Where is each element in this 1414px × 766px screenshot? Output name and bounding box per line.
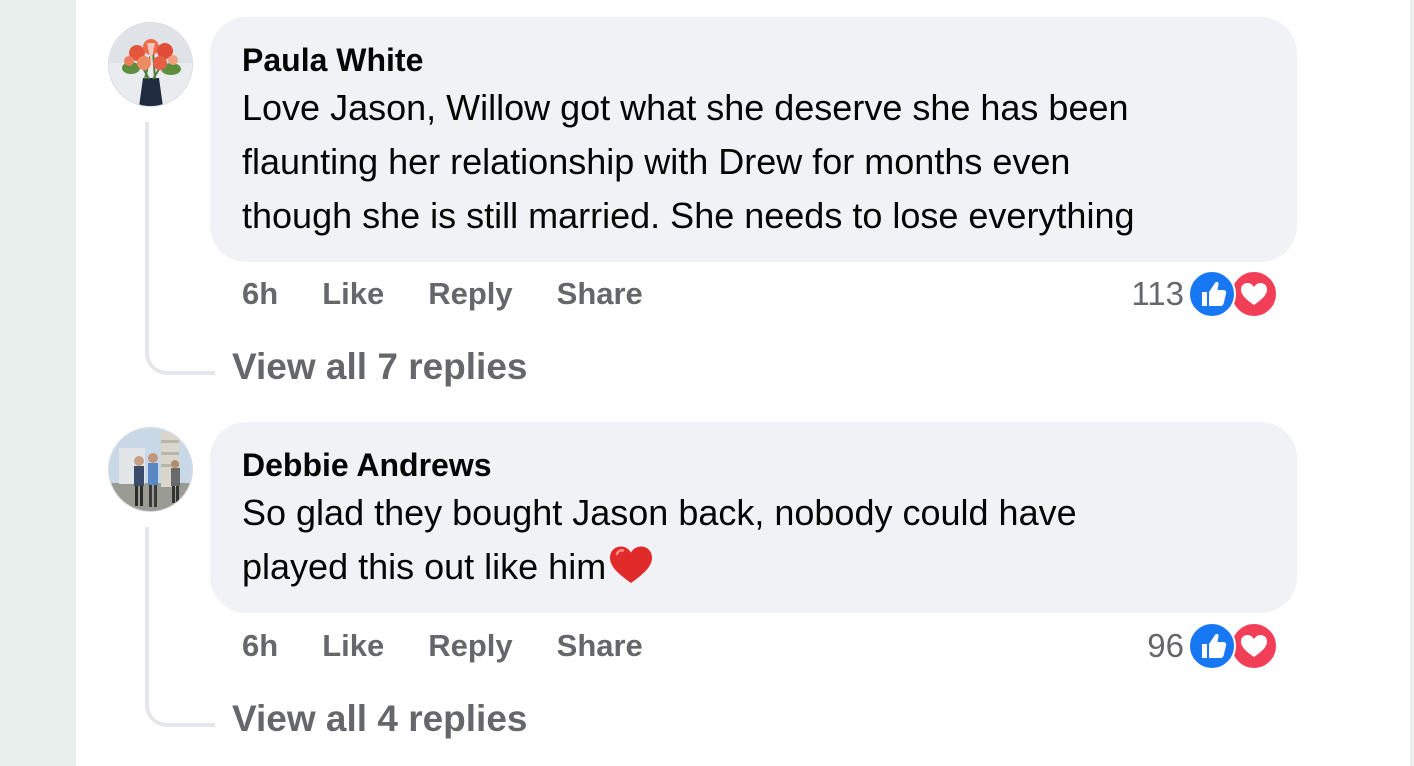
comment-text: Love Jason, Willow got what she deserve … (242, 81, 1265, 243)
comment-text-line: So glad they bought Jason back, nobody c… (242, 492, 1077, 533)
comment-text-line: Love Jason, Willow got what she deserve … (242, 87, 1129, 128)
comment-bubble: Paula White Love Jason, Willow got what … (210, 17, 1297, 262)
comment-actions: 6h Like Reply Share (242, 628, 687, 664)
comment-text-line: flaunting her relationship with Drew for… (242, 141, 1071, 182)
like-button[interactable]: Like (322, 276, 384, 312)
comment-text-line: though she is still married. She needs t… (242, 195, 1135, 236)
flowers-avatar-image (109, 23, 192, 106)
panel-edge (1410, 0, 1414, 766)
comment-author[interactable]: Paula White (242, 41, 1265, 79)
reaction-count: 113 (1131, 275, 1184, 312)
reaction-count: 96 (1147, 627, 1184, 664)
comment-timestamp[interactable]: 6h (242, 628, 278, 664)
comment-bubble: Debbie Andrews So glad they bought Jason… (210, 422, 1297, 613)
like-icon (1188, 270, 1236, 318)
view-replies-link[interactable]: View all 7 replies (232, 346, 528, 388)
love-icon (1230, 622, 1278, 670)
avatar[interactable] (108, 22, 193, 107)
comment-author[interactable]: Debbie Andrews (242, 446, 1265, 484)
people-avatar-image (109, 428, 192, 511)
reaction-icons (1188, 622, 1286, 670)
avatar[interactable] (108, 427, 193, 512)
like-icon (1188, 622, 1236, 670)
like-button[interactable]: Like (322, 628, 384, 664)
comment-text-line: played this out like him (242, 546, 607, 587)
reaction-summary[interactable]: 113 (1131, 270, 1286, 318)
reply-thread-line (145, 527, 215, 727)
comment-timestamp[interactable]: 6h (242, 276, 278, 312)
heart-emoji (610, 546, 653, 583)
reply-button[interactable]: Reply (428, 628, 512, 664)
comment-actions: 6h Like Reply Share (242, 276, 687, 312)
love-icon (1230, 270, 1278, 318)
reply-button[interactable]: Reply (428, 276, 512, 312)
reply-thread-line (145, 122, 215, 375)
comment-text-line-with-emoji: played this out like him (242, 540, 1265, 594)
reaction-summary[interactable]: 96 (1147, 622, 1286, 670)
reaction-icons (1188, 270, 1286, 318)
view-replies-link[interactable]: View all 4 replies (232, 698, 528, 740)
comment-text: So glad they bought Jason back, nobody c… (242, 486, 1265, 594)
share-button[interactable]: Share (557, 276, 643, 312)
share-button[interactable]: Share (557, 628, 643, 664)
